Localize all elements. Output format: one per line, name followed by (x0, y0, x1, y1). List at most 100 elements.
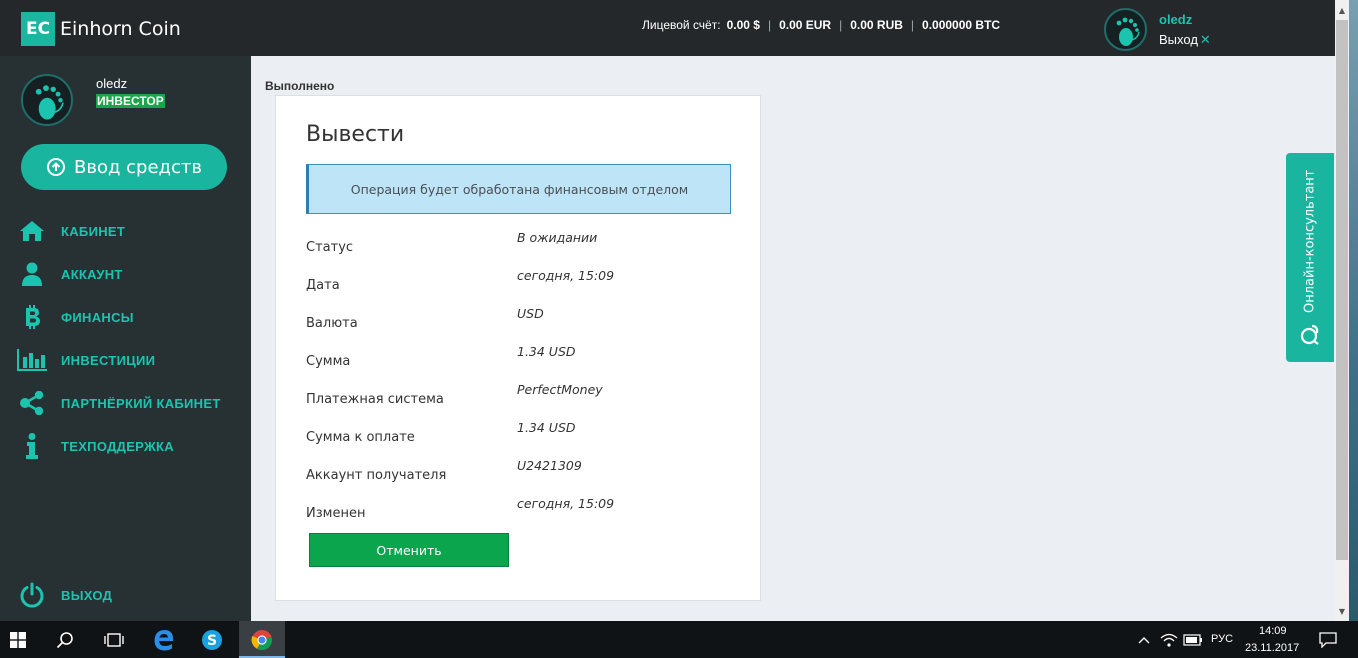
arrow-up-circle-icon (47, 158, 66, 176)
breadcrumb: Выполнено (265, 79, 335, 93)
header-avatar[interactable] (1104, 8, 1147, 51)
tray-show-hidden-icon[interactable] (1134, 621, 1154, 658)
power-icon (17, 582, 47, 608)
footprint-avatar-icon (35, 85, 64, 120)
task-view-button[interactable] (94, 621, 134, 658)
sidebar-item-account[interactable]: АККАУНТ (0, 256, 251, 292)
skype-icon: S (202, 629, 222, 650)
edge-browser-icon (154, 629, 174, 650)
sidebar-item-label: ТЕХПОДДЕРЖКА (61, 438, 174, 454)
detail-label-modified: Изменен (306, 506, 366, 521)
sidebar-item-cabinet[interactable]: КАБИНЕТ (0, 213, 251, 249)
sidebar-item-label: ВЫХОД (61, 587, 113, 603)
sidebar-item-label: АККАУНТ (61, 266, 123, 282)
balance-separator: | (767, 18, 772, 32)
detail-value-currency: USD (517, 306, 544, 321)
page-title: Вывести (306, 122, 405, 147)
battery-icon[interactable] (1182, 621, 1204, 658)
close-icon: ✕ (1199, 32, 1211, 47)
language-indicator[interactable]: РУС (1211, 633, 1233, 645)
svg-text:S: S (207, 633, 217, 649)
balance-separator: | (910, 18, 915, 32)
detail-label-date: Дата (306, 278, 340, 293)
sidebar-item-label: ПАРТНЁРКИЙ КАБИНЕТ (61, 395, 221, 411)
detail-value-modified: сегодня, 15:09 (517, 496, 615, 511)
user-role-badge: ИНВЕСТОР (96, 94, 165, 108)
balance-eur: 0.00 EUR (779, 18, 832, 32)
logout-label: Выход (1159, 32, 1198, 47)
detail-value-payable: 1.34 USD (517, 420, 576, 435)
taskbar-edge-button[interactable] (144, 621, 184, 658)
sidebar-username: oledz (96, 76, 128, 91)
user-icon (17, 261, 47, 287)
clock-date[interactable]: 23.11.2017 (1245, 642, 1299, 654)
sidebar-item-finance[interactable]: ФИНАНСЫ (0, 299, 251, 335)
balance-rub: 0.00 RUB (850, 18, 903, 32)
windows-start-button[interactable] (0, 621, 36, 658)
scroll-thumb[interactable] (1336, 20, 1348, 560)
search-icon (56, 631, 73, 648)
windows-logo-icon (10, 631, 26, 648)
sidebar-item-partner-cabinet[interactable]: ПАРТНЁРКИЙ КАБИНЕТ (0, 385, 251, 421)
sidebar-item-support[interactable]: ТЕХПОДДЕРЖКА (0, 428, 251, 464)
detail-label-payment-system: Платежная система (306, 392, 444, 407)
detail-label-recipient: Аккаунт получателя (306, 468, 447, 483)
cancel-button[interactable]: Отменить (309, 533, 509, 567)
sidebar-item-label: КАБИНЕТ (61, 223, 126, 239)
action-center-button[interactable] (1310, 621, 1346, 658)
taskbar-skype-button[interactable]: S (192, 621, 232, 658)
sidebar-item-investments[interactable]: ИНВЕСТИЦИИ (0, 342, 251, 378)
bar-chart-icon (17, 347, 47, 373)
clock-time[interactable]: 14:09 (1259, 625, 1287, 637)
online-consultant-label: Онлайн-консультант (1302, 169, 1318, 313)
balance-separator: | (839, 18, 843, 32)
scroll-up-arrow-icon[interactable]: ▲ (1335, 2, 1349, 18)
withdraw-card: Вывести Операция будет обработана финанс… (275, 95, 761, 601)
task-view-icon (104, 632, 124, 647)
main-content: Выполнено Вывести Операция будет обработ… (251, 56, 1335, 621)
bitcoin-icon (17, 304, 47, 330)
sidebar: oledz ИНВЕСТОР Ввод средств КАБИНЕТ АККА… (0, 56, 251, 621)
taskbar-chrome-button[interactable] (239, 621, 285, 658)
share-icon (17, 390, 47, 416)
page-scrollbar[interactable]: ▲ ▼ (1335, 0, 1349, 621)
scroll-down-arrow-icon[interactable]: ▼ (1335, 603, 1349, 619)
deposit-label: Ввод средств (74, 156, 202, 178)
detail-value-payment-system: PerfectMoney (517, 382, 603, 397)
detail-label-payable: Сумма к оплате (306, 430, 415, 445)
detail-value-status: В ожидании (517, 230, 598, 245)
desktop-wallpaper-edge (1349, 0, 1358, 621)
account-balances: Лицевой счёт: 0.00 $ | 0.00 EUR | 0.00 R… (642, 18, 1000, 32)
logo-text: Einhorn Coin (60, 18, 181, 40)
notification-icon (1319, 631, 1337, 648)
deposit-button[interactable]: Ввод средств (21, 144, 227, 190)
chat-icon (1300, 323, 1320, 345)
detail-value-date: сегодня, 15:09 (517, 268, 615, 283)
taskbar-search-button[interactable] (46, 621, 84, 658)
top-header: EC Einhorn Coin Лицевой счёт: 0.00 $ | 0… (0, 0, 1335, 56)
footprint-avatar-icon (1116, 17, 1140, 46)
logout-link[interactable]: Выход ✕ (1159, 32, 1211, 48)
detail-value-amount: 1.34 USD (517, 344, 576, 359)
balance-label: Лицевой счёт: (642, 18, 721, 32)
sidebar-item-label: ФИНАНСЫ (61, 309, 134, 325)
info-notice: Операция будет обработана финансовым отд… (306, 164, 731, 214)
detail-label-currency: Валюта (306, 316, 358, 331)
logo-mark: EC (21, 12, 55, 46)
balance-btc: 0.000000 BTC (922, 18, 1001, 32)
wifi-icon[interactable] (1158, 621, 1180, 658)
sidebar-item-label: ИНВЕСТИЦИИ (61, 352, 156, 368)
logo[interactable]: EC Einhorn Coin (21, 12, 181, 46)
chrome-browser-icon (251, 629, 272, 650)
sidebar-item-exit[interactable]: ВЫХОД (0, 577, 251, 613)
detail-value-recipient: U2421309 (517, 458, 582, 473)
windows-taskbar: S РУС 14:09 23.11.2017 (0, 621, 1358, 658)
home-icon (17, 218, 47, 244)
detail-label-amount: Сумма (306, 354, 351, 369)
header-username[interactable]: oledz (1159, 12, 1192, 27)
info-icon (17, 433, 47, 459)
sidebar-avatar[interactable] (21, 74, 73, 126)
detail-label-status: Статус (306, 240, 354, 255)
balance-usd: 0.00 $ (726, 18, 760, 32)
online-consultant-tab[interactable]: Онлайн-консультант (1286, 153, 1334, 362)
